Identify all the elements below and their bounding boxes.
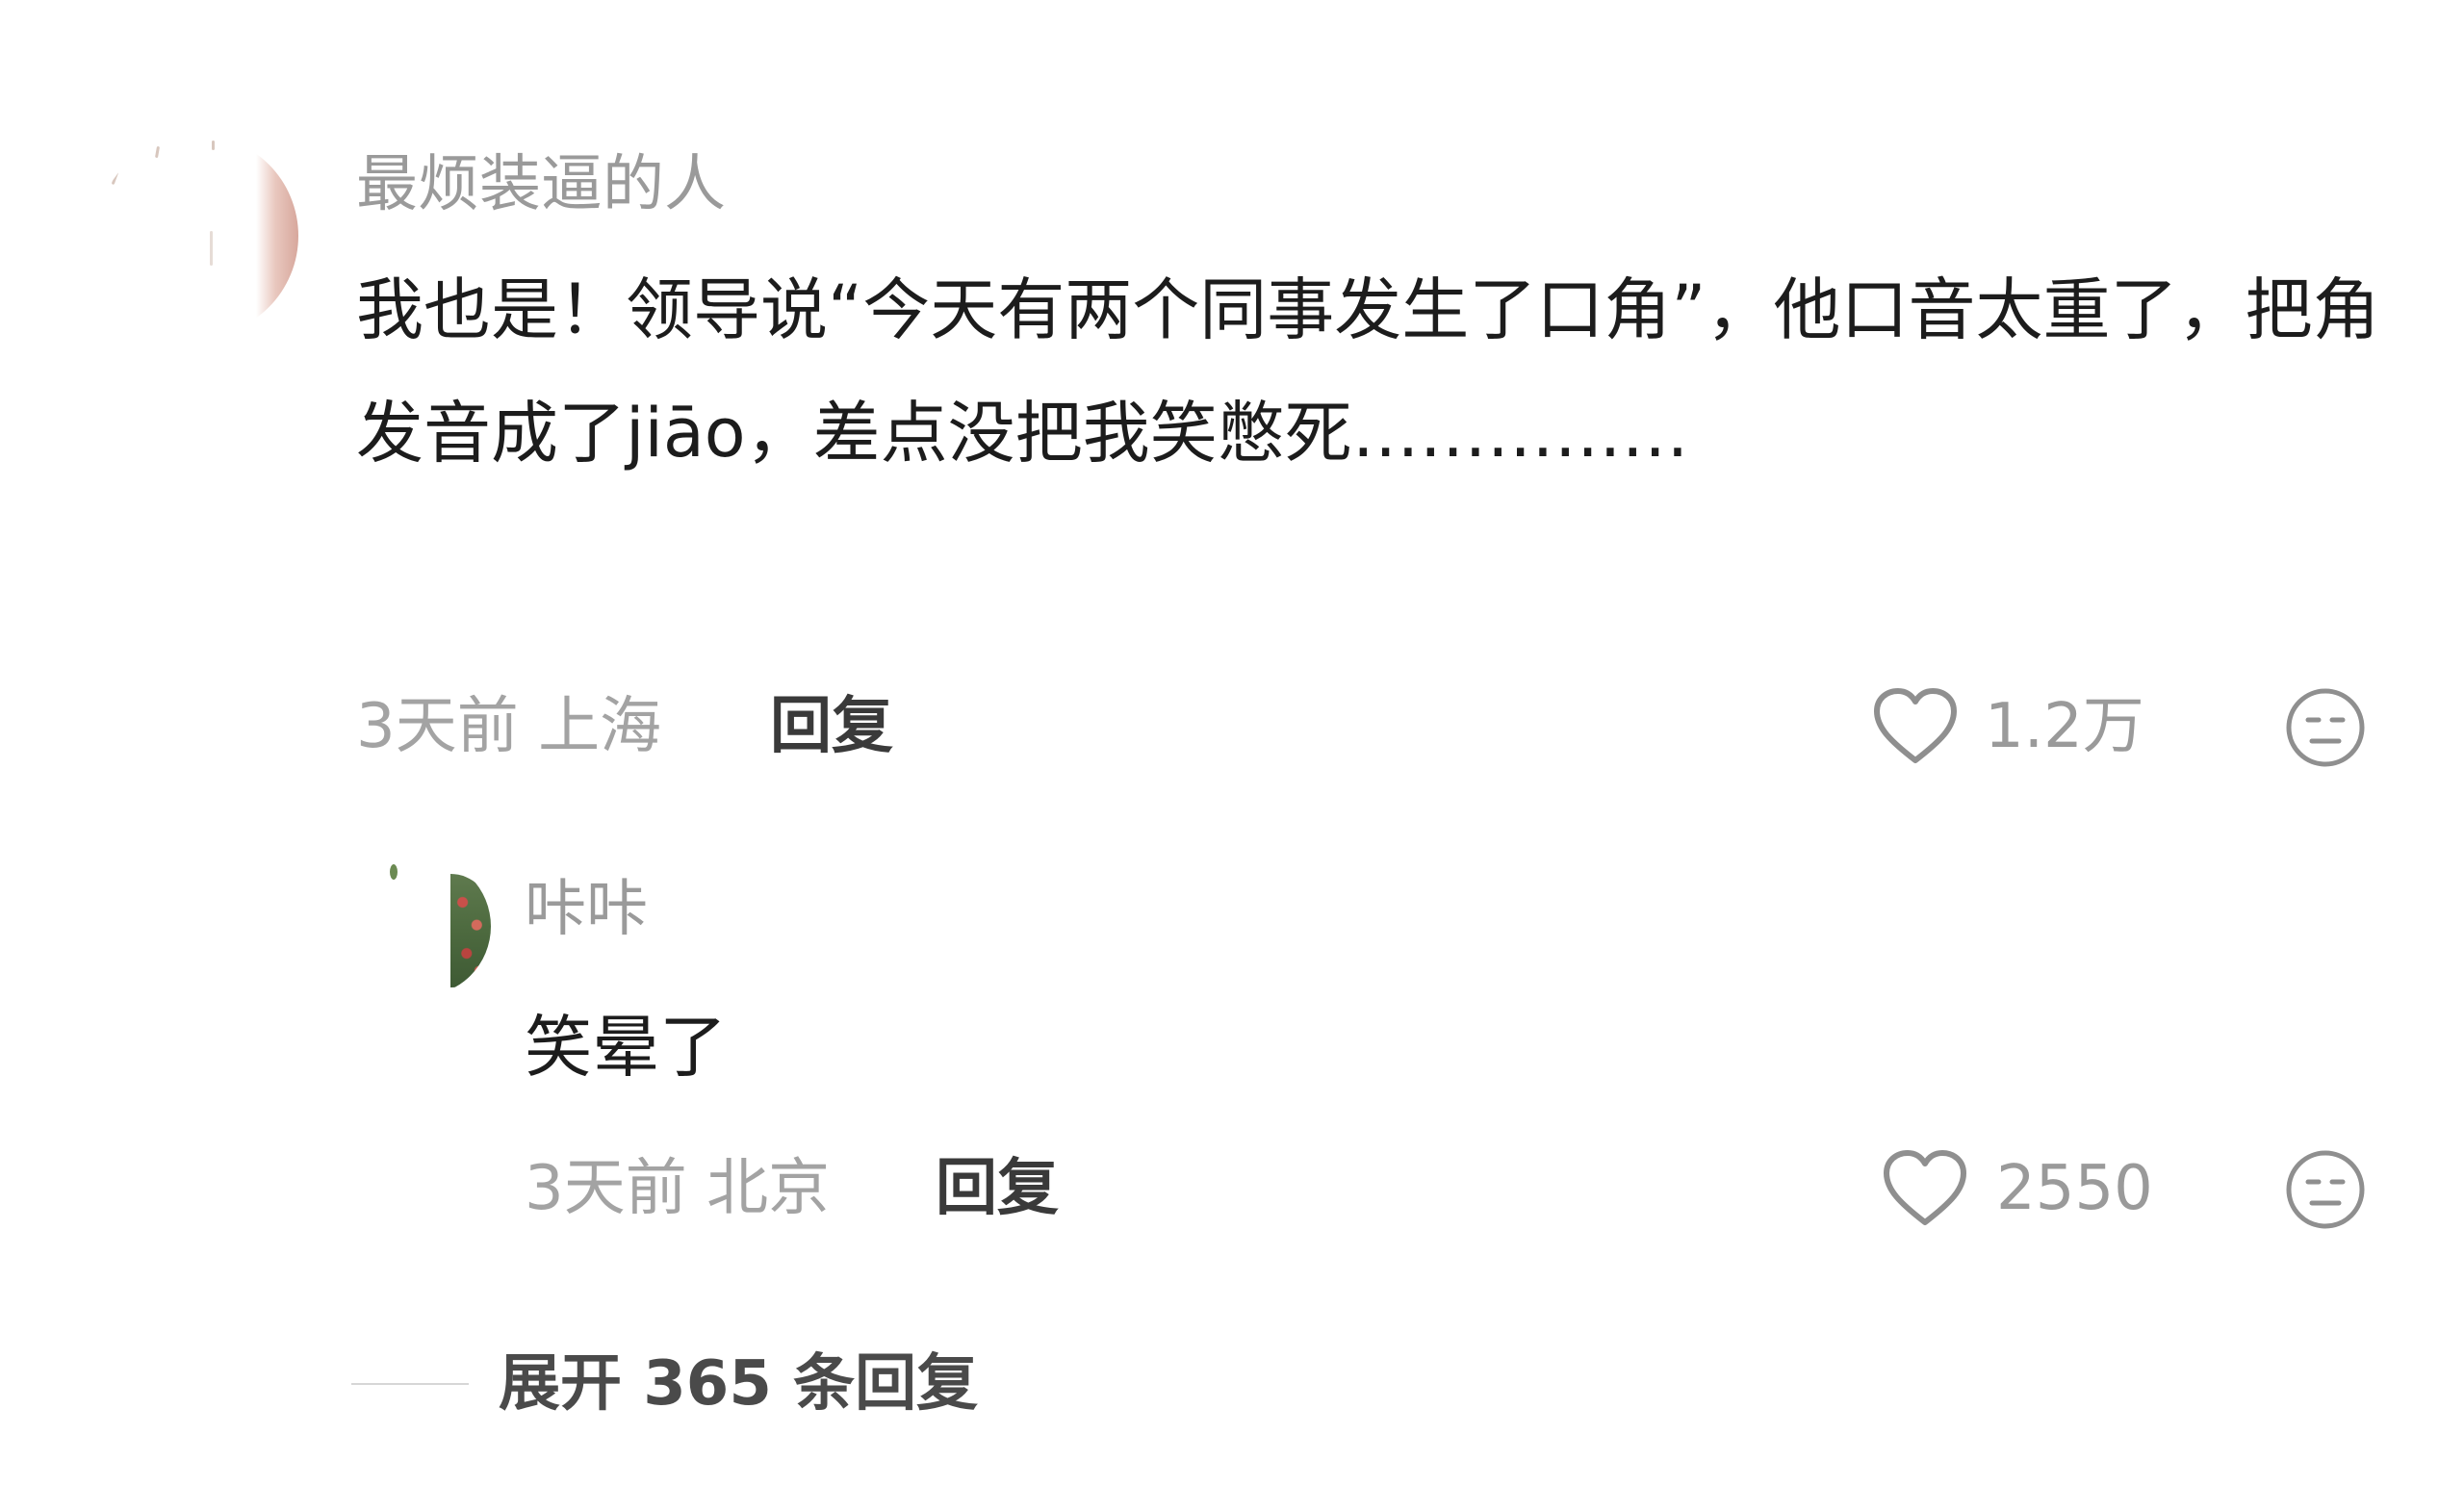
avatar-image	[256, 154, 298, 318]
heart-icon[interactable]	[1881, 1147, 1969, 1228]
neutral-face-icon[interactable]	[2283, 685, 2368, 770]
reply-location: 北京	[706, 1153, 831, 1224]
reply-text: 笑晕了	[525, 1008, 727, 1087]
reply-like-count: 2550	[1996, 1153, 2153, 1224]
reply-avatar[interactable]	[351, 857, 491, 996]
comment-username[interactable]: 最烦装逼的人	[356, 146, 726, 223]
like-count: 1.2万	[1985, 691, 2144, 762]
reply-username[interactable]: 咔咔	[525, 871, 648, 948]
reply-button[interactable]: 回复	[770, 688, 893, 765]
reply-time: 3天前	[525, 1153, 687, 1224]
divider	[351, 1383, 469, 1385]
neutral-face-icon[interactable]	[2283, 1147, 2368, 1232]
comment-meta: 3天前 上海	[356, 688, 661, 765]
reply-meta: 3天前 北京	[525, 1150, 830, 1227]
comment-text: 我也是！领导说“今天有两个同事发生了口角”，他口音太重了，把角发音成了jiāo，…	[356, 270, 2380, 473]
comment-location: 上海	[538, 691, 662, 762]
comment-time: 3天前	[356, 691, 519, 762]
avatar[interactable]	[96, 135, 298, 337]
reply-reply-button[interactable]: 回复	[936, 1150, 1059, 1227]
expand-replies-button[interactable]: 展开 365 条回复	[499, 1345, 978, 1422]
avatar-image	[450, 874, 491, 987]
heart-icon[interactable]	[1871, 685, 1960, 766]
